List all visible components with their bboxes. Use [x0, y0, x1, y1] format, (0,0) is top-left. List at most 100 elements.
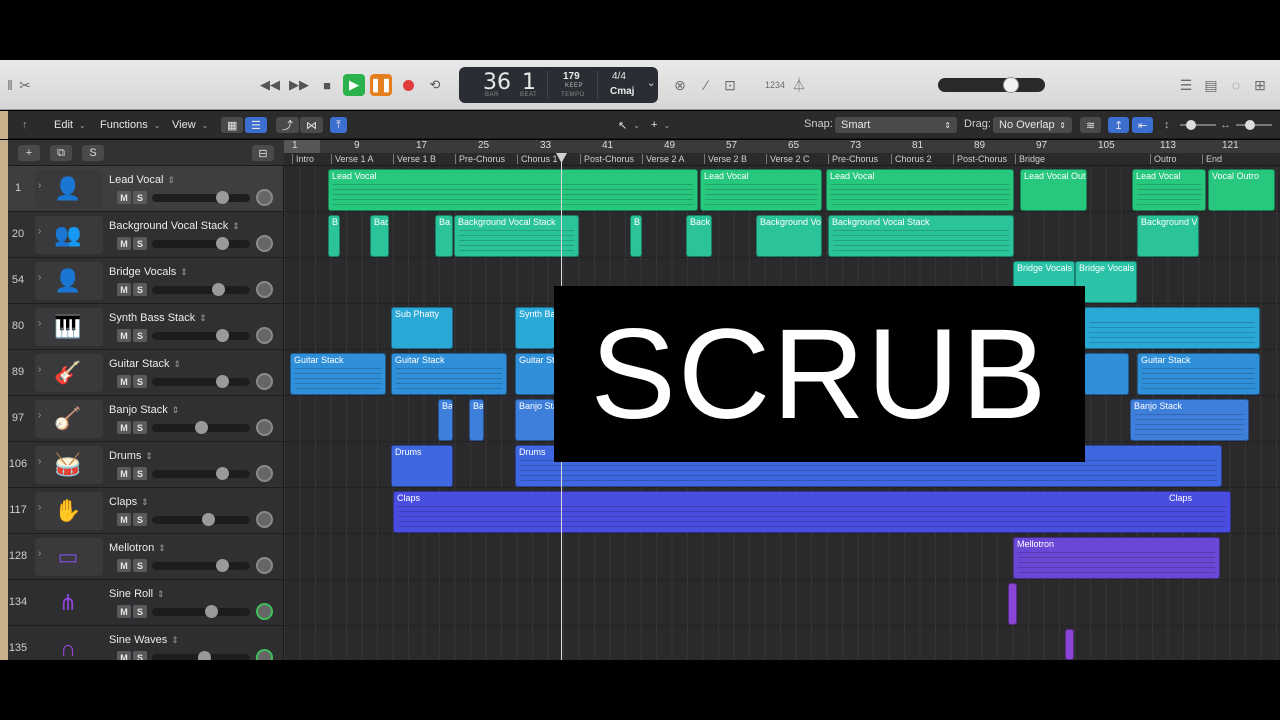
solo-button[interactable]: S — [133, 283, 147, 296]
pan-knob[interactable] — [256, 465, 273, 482]
region[interactable]: Mellotron — [1013, 537, 1220, 579]
snap-dropdown[interactable]: Smart ⇕ — [835, 117, 957, 133]
master-volume-knob[interactable] — [1003, 77, 1019, 93]
list-editors-icon[interactable]: ☰ — [1176, 75, 1196, 95]
track-name[interactable]: Mellotron ⇕ — [109, 542, 166, 554]
flex-button[interactable]: ⋈ — [300, 117, 323, 133]
automation-button[interactable]: ⤴ — [276, 117, 299, 133]
chevron-right-icon[interactable]: › — [38, 180, 41, 191]
volume-slider[interactable] — [152, 467, 250, 480]
solo-button[interactable]: S — [133, 237, 147, 250]
cycle-area[interactable] — [284, 140, 320, 153]
replace-icon[interactable]: ⊡ — [720, 75, 740, 95]
pan-knob[interactable] — [256, 511, 273, 528]
region[interactable]: Sub Phatty — [391, 307, 453, 349]
mute-button[interactable]: M — [117, 421, 131, 434]
autopunch-icon[interactable]: ⁄ — [696, 75, 716, 95]
region[interactable]: Lead Vocal Out — [1020, 169, 1087, 211]
track-name[interactable]: Drums ⇕ — [109, 450, 153, 462]
track-row[interactable]: 20 › 👥 Background Vocal Stack ⇕ M S — [8, 212, 283, 258]
mute-button[interactable]: M — [117, 283, 131, 296]
region[interactable]: Ba — [438, 399, 453, 441]
stop-button[interactable]: ■ — [316, 74, 338, 96]
chevron-right-icon[interactable]: › — [38, 410, 41, 421]
solo-button[interactable]: S — [133, 375, 147, 388]
track-name[interactable]: Guitar Stack ⇕ — [109, 358, 181, 370]
region[interactable]: Ba — [435, 215, 453, 257]
volume-slider[interactable] — [152, 329, 250, 342]
metronome-icon[interactable]: ⏃ — [789, 75, 809, 95]
region[interactable]: B — [328, 215, 340, 257]
volume-slider[interactable] — [152, 191, 250, 204]
region[interactable]: B — [630, 215, 642, 257]
mute-button[interactable]: M — [117, 467, 131, 480]
pencil-tool-menu[interactable]: + ⌄ — [651, 117, 670, 133]
catch-button[interactable]: ⤒ — [330, 117, 347, 133]
region[interactable]: Lead Vocal — [700, 169, 822, 211]
volume-slider[interactable] — [152, 283, 250, 296]
volume-slider[interactable] — [152, 513, 250, 526]
solo-button[interactable]: S — [133, 329, 147, 342]
region[interactable]: Banjo Stack — [1130, 399, 1249, 441]
record-button[interactable] — [397, 74, 419, 96]
pan-knob[interactable] — [256, 649, 273, 660]
volume-knob[interactable] — [216, 467, 229, 480]
global-solo-button[interactable]: S — [82, 145, 104, 161]
volume-knob[interactable] — [212, 283, 225, 296]
volume-knob[interactable] — [195, 421, 208, 434]
region[interactable]: Ba — [469, 399, 484, 441]
volume-knob[interactable] — [198, 651, 211, 660]
pause-button[interactable]: ❚❚ — [370, 74, 392, 96]
pan-knob[interactable] — [256, 327, 273, 344]
up-arrow-icon[interactable]: ↑ — [22, 117, 28, 133]
region[interactable]: Vocal Outro — [1208, 169, 1275, 211]
track-row[interactable]: 97 › 🪕 Banjo Stack ⇕ M S — [8, 396, 283, 442]
view-menu[interactable]: View ⌄ — [172, 117, 208, 133]
chevron-right-icon[interactable]: › — [38, 272, 41, 283]
solo-button[interactable]: S — [133, 651, 147, 660]
marker[interactable]: Pre-Chorus — [828, 154, 878, 164]
scissors-icon[interactable]: ✂ — [15, 75, 35, 95]
solo-button[interactable]: S — [133, 467, 147, 480]
track-name[interactable]: Background Vocal Stack ⇕ — [109, 220, 240, 232]
region[interactable]: Guitar Stack — [1137, 353, 1260, 395]
region[interactable] — [1065, 629, 1074, 660]
region[interactable]: Claps Claps — [393, 491, 1231, 533]
track-row[interactable]: 128 › ▭ Mellotron ⇕ M S — [8, 534, 283, 580]
marker[interactable]: Post-Chorus — [580, 154, 634, 164]
region[interactable]: Lead Vocal — [1132, 169, 1206, 211]
track-row[interactable]: 135 ∩ Sine Waves ⇕ M S — [8, 626, 283, 660]
track-name[interactable]: Lead Vocal ⇕ — [109, 174, 175, 186]
waveform-zoom-button[interactable]: ≋ — [1080, 117, 1102, 133]
volume-knob[interactable] — [216, 237, 229, 250]
functions-menu[interactable]: Functions ⌄ — [100, 117, 160, 133]
marker[interactable]: Verse 1 A — [331, 154, 374, 164]
track-name[interactable]: Sine Roll ⇕ — [109, 588, 165, 600]
chevron-right-icon[interactable]: › — [38, 502, 41, 513]
solo-button[interactable]: S — [133, 421, 147, 434]
marker[interactable]: Post-Chorus — [953, 154, 1007, 164]
region[interactable]: Lead Vocal — [826, 169, 1014, 211]
track-row[interactable]: 134 › ⋔ Sine Roll⇕ M S — [8, 580, 283, 626]
pan-knob[interactable] — [256, 235, 273, 252]
vertical-zoom-slider[interactable] — [1180, 120, 1216, 130]
marker[interactable]: Pre-Chorus — [455, 154, 505, 164]
marker[interactable]: Bridge — [1015, 154, 1045, 164]
region[interactable] — [1084, 353, 1129, 395]
mute-button[interactable]: M — [117, 513, 131, 526]
region[interactable]: Bac — [370, 215, 389, 257]
track-row[interactable]: 80 › 🎹 Synth Bass Stack ⇕ M S — [8, 304, 283, 350]
pan-knob[interactable] — [256, 373, 273, 390]
volume-slider[interactable] — [152, 375, 250, 388]
volume-knob[interactable] — [205, 605, 218, 618]
region[interactable]: Guitar St — [515, 353, 555, 395]
region[interactable] — [1008, 583, 1017, 625]
mute-button[interactable]: M — [117, 237, 131, 250]
mute-button[interactable]: M — [117, 375, 131, 388]
pan-knob[interactable] — [256, 281, 273, 298]
region[interactable]: Background V — [1137, 215, 1199, 257]
volume-slider[interactable] — [152, 237, 250, 250]
duplicate-track-button[interactable]: ⧉ — [50, 145, 72, 161]
track-name[interactable]: Synth Bass Stack ⇕ — [109, 312, 207, 324]
lcd-display[interactable]: 36 1 BAR BEAT 179 KEEP TEMPO 4/4 Cmaj ⌄ — [459, 67, 658, 103]
